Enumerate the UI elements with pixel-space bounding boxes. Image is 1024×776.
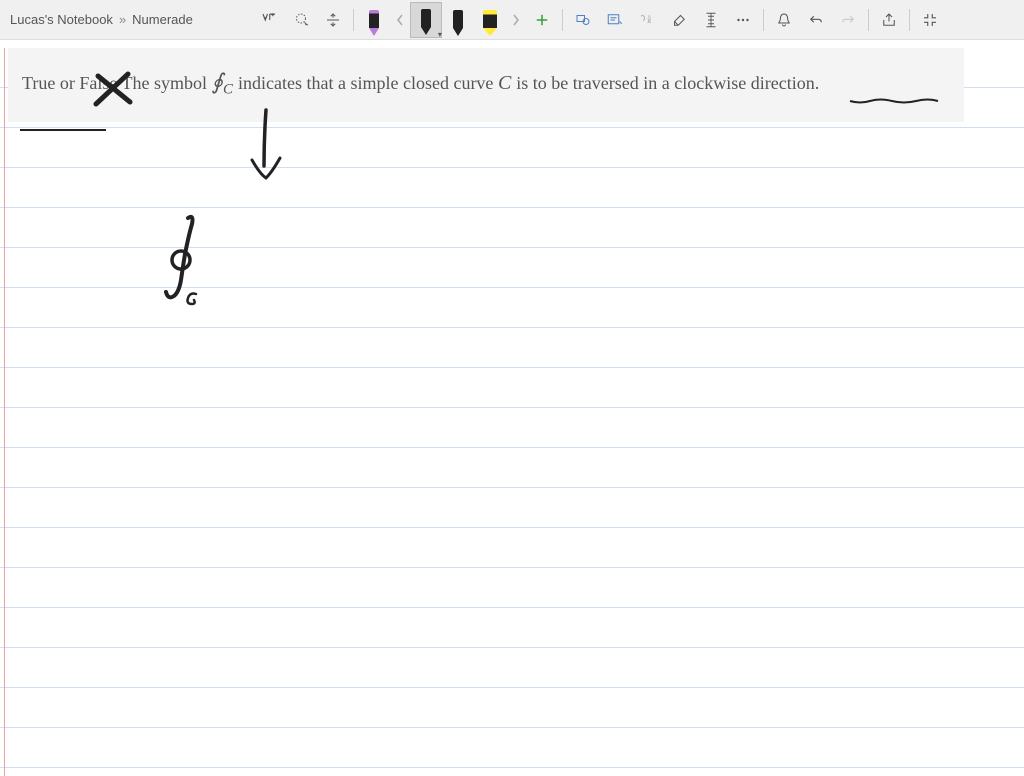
question-prefix: True or False The symbol	[22, 73, 212, 93]
toolbar-divider	[763, 9, 764, 31]
question-panel: True or False The symbol ∮C indicates th…	[8, 48, 964, 122]
ink-math-icon: a	[638, 11, 656, 29]
ink-to-shape-button[interactable]	[567, 4, 599, 36]
notifications-button[interactable]	[768, 4, 800, 36]
more-button[interactable]	[727, 4, 759, 36]
add-pen-button[interactable]	[526, 4, 558, 36]
prev-pen-button[interactable]	[390, 4, 410, 36]
note-canvas[interactable]: True or False The symbol ∮C indicates th…	[0, 48, 1024, 776]
question-mid: indicates that a simple closed curve	[238, 73, 498, 93]
share-button[interactable]	[873, 4, 905, 36]
insert-space-button[interactable]	[317, 4, 349, 36]
cursor-text-icon	[260, 11, 278, 29]
ruler-icon	[702, 11, 720, 29]
ruler-button[interactable]	[695, 4, 727, 36]
ink-to-text-button[interactable]	[599, 4, 631, 36]
curve-c: C	[498, 72, 511, 94]
integral-subscript: C	[223, 82, 233, 98]
insert-space-icon	[324, 11, 342, 29]
undo-icon	[807, 11, 825, 29]
breadcrumb-notebook: Lucas's Notebook	[10, 12, 113, 27]
pen-black-button[interactable]: ▾	[410, 2, 442, 38]
question-suffix: is to be traversed in a clockwise direct…	[516, 73, 819, 93]
plus-icon	[533, 11, 551, 29]
svg-text:a: a	[648, 13, 651, 19]
redo-icon	[839, 11, 857, 29]
ink-text-icon	[606, 11, 624, 29]
bell-icon	[775, 11, 793, 29]
undo-button[interactable]	[800, 4, 832, 36]
eraser-icon	[670, 11, 688, 29]
breadcrumb[interactable]: Lucas's Notebook » Numerade	[10, 12, 193, 27]
integral-symbol: ∮	[212, 69, 223, 94]
highlighter-yellow-button[interactable]	[474, 2, 506, 38]
text-insert-button[interactable]	[253, 4, 285, 36]
redo-button[interactable]	[832, 4, 864, 36]
pen-purple-button[interactable]	[358, 2, 390, 38]
chevron-left-icon	[395, 13, 405, 27]
fullscreen-button[interactable]	[914, 4, 946, 36]
ellipsis-icon	[734, 11, 752, 29]
chevron-right-icon	[511, 13, 521, 27]
next-pen-button[interactable]	[506, 4, 526, 36]
toolbar-divider	[353, 9, 354, 31]
toolbar-divider	[909, 9, 910, 31]
collapse-icon	[921, 11, 939, 29]
breadcrumb-separator: »	[119, 12, 126, 27]
ruled-lines	[0, 48, 1024, 776]
margin-line	[4, 48, 5, 776]
share-icon	[880, 11, 898, 29]
lasso-button[interactable]	[285, 4, 317, 36]
ink-to-math-button[interactable]: a	[631, 4, 663, 36]
lasso-icon	[292, 11, 310, 29]
pen-black2-button[interactable]	[442, 2, 474, 38]
breadcrumb-page: Numerade	[132, 12, 193, 27]
ink-shape-icon	[574, 11, 592, 29]
eraser-button[interactable]	[663, 4, 695, 36]
toolbar-divider	[562, 9, 563, 31]
toolbar-divider	[868, 9, 869, 31]
